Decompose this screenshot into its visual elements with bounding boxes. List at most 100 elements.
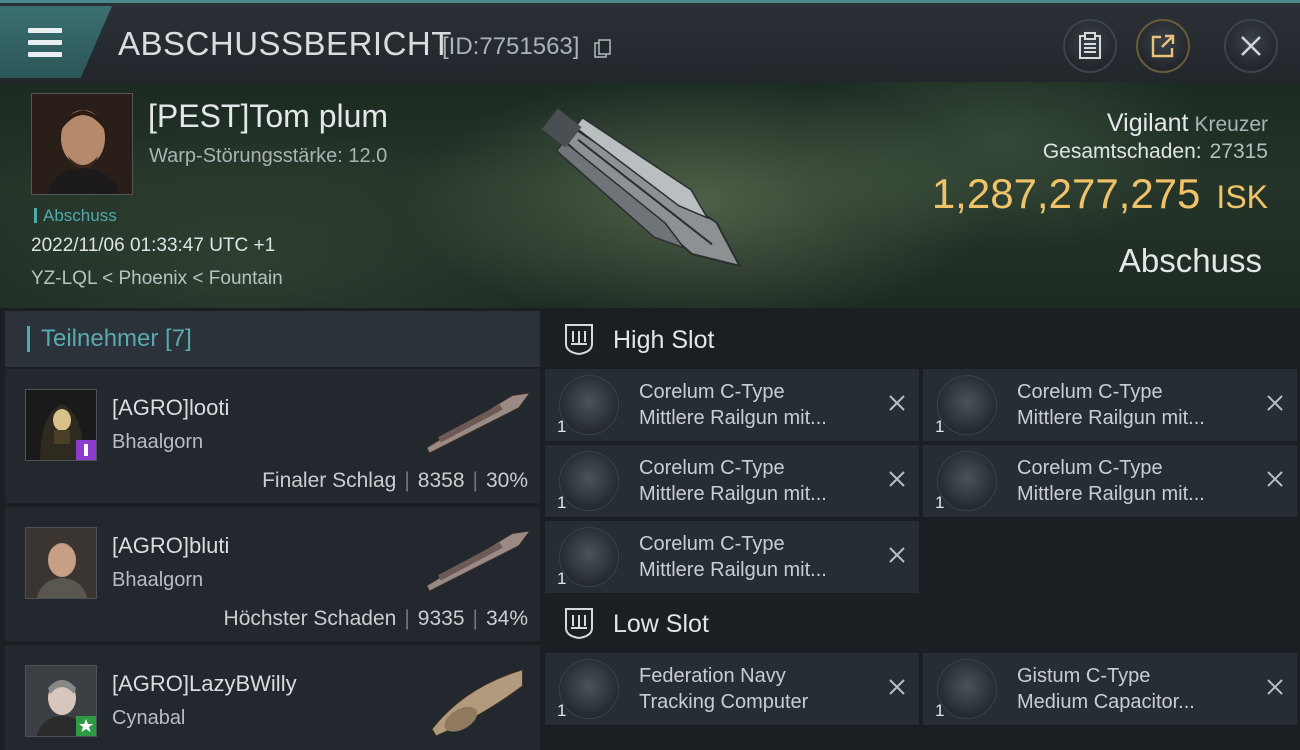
participants-header[interactable]: Teilnehmer [7] (5, 311, 540, 367)
railgun-icon (937, 375, 997, 435)
railgun-icon (937, 451, 997, 511)
module-name-line1: Gistum C-Type (1017, 665, 1151, 687)
tracking-computer-icon (559, 659, 619, 719)
destroyed-icon (1267, 471, 1283, 487)
clipboard-button[interactable] (1063, 19, 1117, 73)
module-name-line2: Mittlere Railgun mit... (1017, 407, 1205, 429)
participant-damage: 9335 (417, 607, 465, 630)
module-quantity: 1 (557, 493, 567, 512)
participant-stats: Finaler Schlag | 8358 | 30% (262, 469, 528, 492)
destroyed-icon (889, 471, 905, 487)
fittings-panel: High Slot 1 Corelum C-Type Mittlere Rail… (545, 311, 1300, 750)
victim-ship-name: Vigilant (1106, 109, 1189, 137)
participant-avatar[interactable] (25, 389, 97, 461)
destroyed-icon (889, 679, 905, 695)
isk-value: 1,287,277,275 (931, 170, 1201, 217)
total-damage-label: Gesamtschaden: (1042, 140, 1202, 163)
participant-avatar[interactable] (25, 665, 97, 737)
module-item[interactable]: 1 Gistum C-Type Medium Capacitor... (923, 653, 1297, 725)
high-slot-icon (565, 324, 593, 356)
total-damage-value: 27315 (1209, 140, 1268, 163)
railgun-icon (559, 375, 619, 435)
participant-ship: Cynabal (112, 707, 186, 729)
kill-datetime: 2022/11/06 01:33:47 UTC +1 (31, 235, 276, 256)
share-button[interactable] (1136, 19, 1190, 73)
kill-id: [ID:7751563] (442, 33, 580, 60)
module-name-line1: Corelum C-Type (1017, 381, 1163, 403)
victim-ship-image (541, 108, 742, 268)
hamburger-icon-bar (28, 52, 62, 57)
total-damage: Gesamtschaden: 27315 (1043, 140, 1268, 164)
railgun-icon (559, 527, 619, 587)
close-icon (1241, 36, 1261, 56)
victim-ship-line: Vigilant Kreuzer (1107, 109, 1268, 138)
participant-role: Höchster Schaden (223, 607, 397, 630)
module-name-line2: Mittlere Railgun mit... (639, 407, 827, 429)
module-name-line1: Corelum C-Type (639, 457, 785, 479)
module-item[interactable]: 1 Federation Navy Tracking Computer (545, 653, 919, 725)
hamburger-icon (28, 28, 62, 33)
low-slot-title: Low Slot (613, 610, 709, 638)
participant-row[interactable]: [AGRO]LazyBWilly Cynabal (5, 645, 540, 750)
hamburger-icon-bar (28, 40, 62, 45)
participants-title: Teilnehmer [7] (41, 325, 192, 352)
module-quantity: 1 (557, 701, 567, 720)
module-quantity: 1 (935, 417, 945, 436)
module-quantity: 1 (557, 417, 567, 436)
module-name-line2: Tracking Computer (639, 691, 809, 713)
isk-unit: ISK (1216, 179, 1268, 215)
module-item[interactable]: 1 Corelum C-Type Mittlere Railgun mit... (923, 445, 1297, 517)
module-name-line1: Federation Navy (639, 665, 786, 687)
result-label: Abschuss (1118, 242, 1262, 279)
close-button[interactable] (1224, 19, 1278, 73)
participant-damage: 8358 (417, 469, 465, 492)
page-title: ABSCHUSSBERICHT (118, 25, 452, 62)
participant-ship: Bhaalgorn (112, 569, 204, 591)
victim-banner: [PEST]Tom plum Warp-Störungsstärke: 12.0… (0, 82, 1300, 308)
participant-name: [AGRO]LazyBWilly (112, 671, 297, 696)
destroyed-icon (889, 395, 905, 411)
share-icon (1151, 34, 1175, 58)
module-name-line2: Mittlere Railgun mit... (1017, 483, 1205, 505)
participant-stats: Höchster Schaden | 9335 | 34% (223, 607, 528, 630)
participant-ship: Bhaalgorn (112, 431, 204, 453)
module-name-line2: Mittlere Railgun mit... (639, 559, 827, 581)
destroyed-icon (1267, 395, 1283, 411)
high-slot-header: High Slot (545, 311, 1300, 367)
participant-role: Finaler Schlag (262, 469, 397, 492)
victim-avatar[interactable] (31, 93, 133, 195)
module-name-line1: Corelum C-Type (639, 381, 785, 403)
low-slot-header: Low Slot (545, 595, 1300, 651)
victim-name: [PEST]Tom plum (148, 98, 389, 134)
isk-value-line: 1,287,277,275 ISK (932, 170, 1268, 218)
module-item[interactable]: 1 Corelum C-Type Mittlere Railgun mit... (923, 369, 1297, 441)
participant-name: [AGRO]bluti (112, 533, 230, 558)
participant-avatar[interactable] (25, 527, 97, 599)
module-quantity: 1 (935, 493, 945, 512)
participant-row[interactable]: [AGRO]bluti Bhaalgorn Höchster Schaden | 9… (5, 507, 540, 641)
module-name-line1: Corelum C-Type (1017, 457, 1163, 479)
participants-panel: Teilnehmer [7] [AGRO]looti Bhaalgorn Fin… (5, 311, 540, 750)
kill-tag: Abschuss (34, 206, 117, 226)
participant-percent: 30% (485, 469, 528, 492)
module-quantity: 1 (557, 569, 567, 588)
low-slot-icon (565, 608, 593, 640)
module-name-line2: Mittlere Railgun mit... (639, 483, 827, 505)
module-item[interactable]: 1 Corelum C-Type Mittlere Railgun mit... (545, 445, 919, 517)
star-badge-icon (76, 716, 96, 736)
capacitor-icon (937, 659, 997, 719)
victim-ship-class: Kreuzer (1194, 113, 1268, 136)
participant-row[interactable]: [AGRO]looti Bhaalgorn Finaler Schlag | 835… (5, 369, 540, 503)
participant-ship-image (426, 392, 532, 454)
menu-button[interactable] (0, 6, 112, 78)
module-item[interactable]: 1 Corelum C-Type Mittlere Railgun mit... (545, 521, 919, 593)
copy-icon[interactable] (594, 39, 611, 59)
participant-ship-image (431, 669, 524, 737)
module-name-line1: Corelum C-Type (639, 533, 785, 555)
participant-percent: 34% (485, 607, 528, 630)
clipboard-icon (1079, 32, 1101, 59)
railgun-icon (559, 451, 619, 511)
warp-disruption-strength: Warp-Störungsstärke: 12.0 (149, 145, 388, 167)
module-item[interactable]: 1 Corelum C-Type Mittlere Railgun mit... (545, 369, 919, 441)
participant-name: [AGRO]looti (112, 395, 230, 420)
